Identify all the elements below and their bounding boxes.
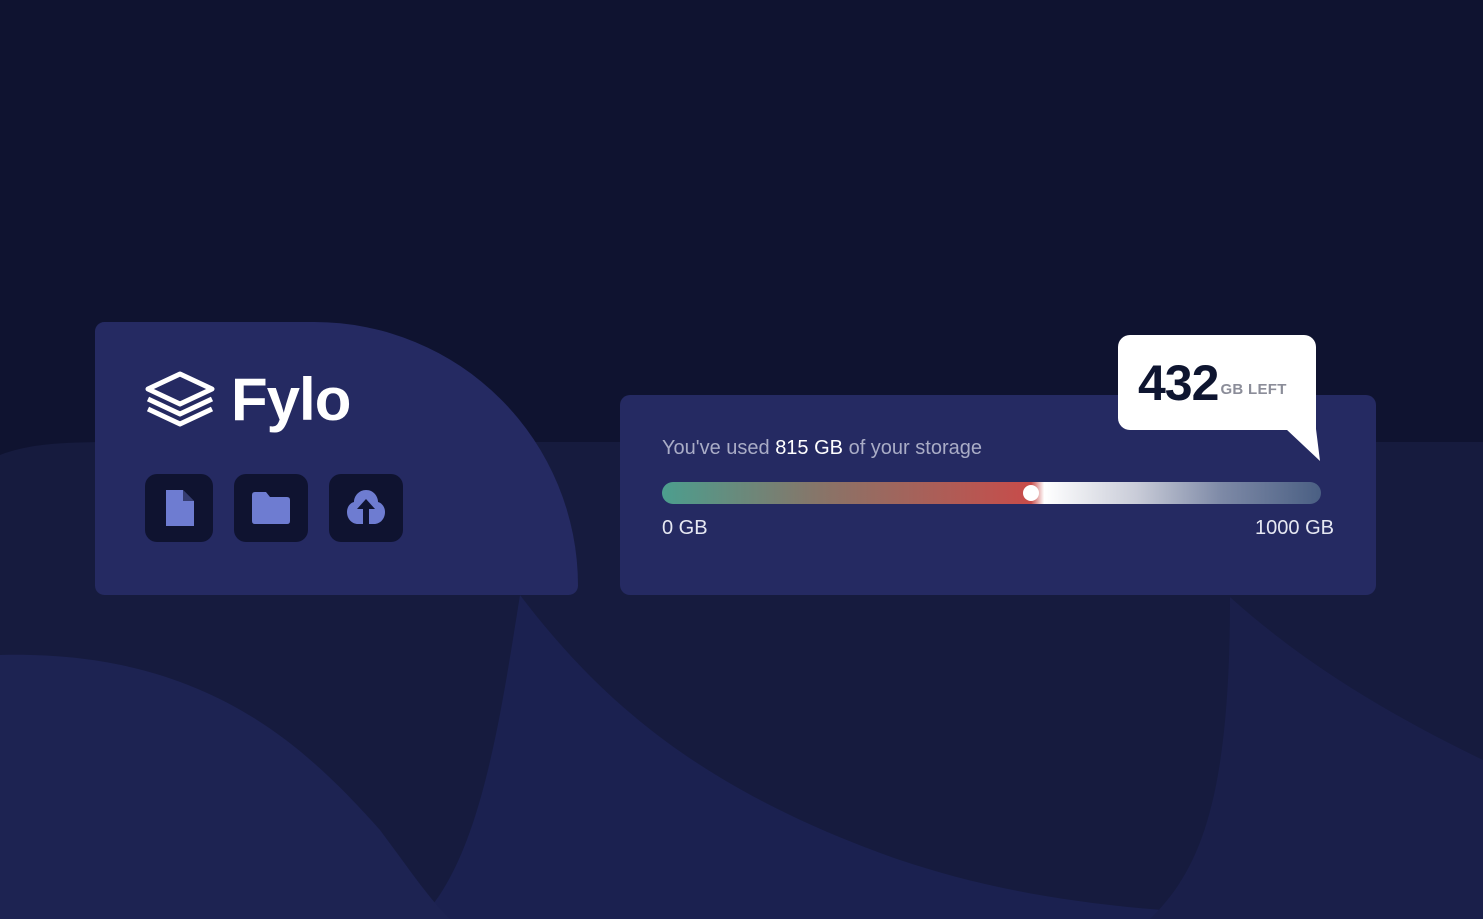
storage-meter-thumb[interactable] <box>1023 485 1040 501</box>
usage-summary: You've used 815 GB of your storage <box>662 437 982 460</box>
remaining-unit: GB LEFT <box>1220 381 1287 398</box>
scale-min-label: 0 GB <box>662 517 708 539</box>
folder-icon <box>252 492 290 524</box>
remaining-callout: 432 GB LEFT <box>1118 335 1316 430</box>
app-stage: Fylo You've used 815 GB of your storage … <box>0 0 1483 919</box>
usage-suffix: of your storage <box>843 437 982 459</box>
used-amount: 815 GB <box>775 437 844 459</box>
document-icon <box>166 490 194 526</box>
brand-name: Fylo <box>231 366 351 433</box>
document-button[interactable] <box>145 474 213 542</box>
callout-tail <box>1286 429 1320 461</box>
scale-max-label: 1000 GB <box>1255 517 1334 539</box>
brand: Fylo <box>145 366 351 433</box>
storage-meter <box>662 482 1321 504</box>
folder-button[interactable] <box>234 474 308 542</box>
cloud-upload-icon <box>347 490 385 524</box>
remaining-amount: 432 <box>1138 354 1219 411</box>
usage-prefix: You've used <box>662 437 776 459</box>
stacked-layers-icon <box>145 371 215 427</box>
toolbar-icons <box>145 474 403 542</box>
upload-button[interactable] <box>329 474 403 542</box>
